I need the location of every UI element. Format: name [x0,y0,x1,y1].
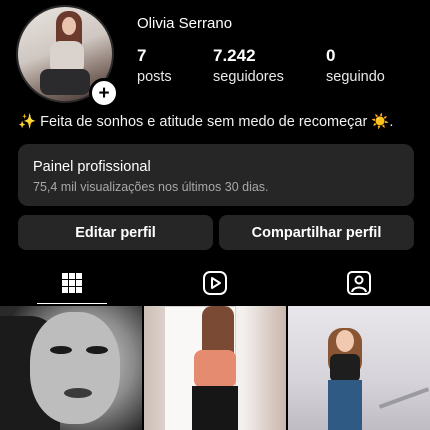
stat-posts-label: posts [137,69,172,85]
profile-avatar[interactable]: + [16,5,119,108]
posts-grid [0,306,430,430]
tab-reels[interactable] [179,262,251,304]
panel-title: Painel profissional [33,159,151,175]
post-thumbnail[interactable] [0,306,142,430]
post-thumbnail[interactable] [144,306,286,430]
stat-following-value: 0 [326,46,336,65]
edit-profile-button[interactable]: Editar perfil [18,215,213,250]
profile-tabs [0,262,430,304]
tagged-icon [347,271,371,295]
reels-icon [203,271,227,295]
tab-grid[interactable] [36,262,108,304]
stat-following-label: seguindo [326,69,385,85]
profile-bio: ✨ Feita de sonhos e atitude sem medo de … [18,114,394,130]
stat-followers-value: 7.242 [213,46,256,65]
post-thumbnail[interactable] [288,306,430,430]
stat-posts[interactable]: 7 posts [137,46,172,85]
grid-icon [62,273,82,293]
stat-followers[interactable]: 7.242 seguidores [213,46,284,85]
tab-tagged[interactable] [323,262,395,304]
stat-followers-label: seguidores [213,69,284,85]
panel-subtitle: 75,4 mil visualizações nos últimos 30 di… [33,180,269,194]
add-story-plus-icon[interactable]: + [89,78,119,108]
professional-dashboard-panel[interactable]: Painel profissional 75,4 mil visualizaçõ… [18,144,414,206]
active-tab-indicator [37,303,107,304]
stat-posts-value: 7 [137,46,147,65]
share-profile-button[interactable]: Compartilhar perfil [219,215,414,250]
profile-username: Olivia Serrano [137,15,233,32]
stat-following[interactable]: 0 seguindo [326,46,385,85]
